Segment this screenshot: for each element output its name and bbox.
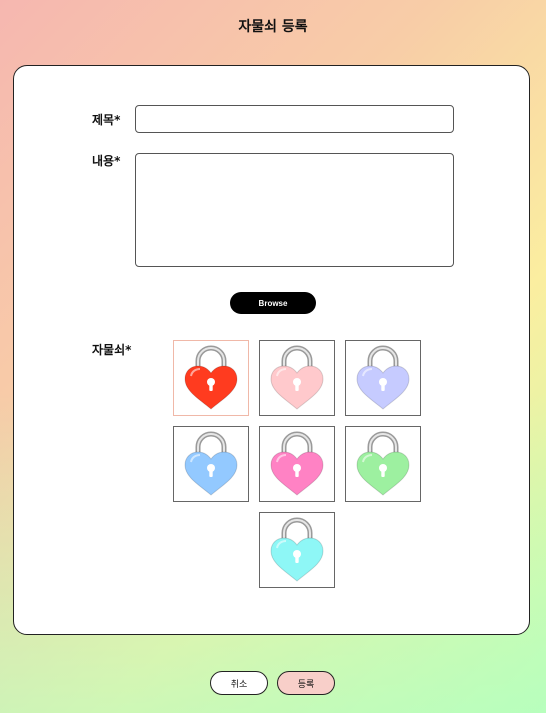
submit-button[interactable]: 등록 <box>277 671 335 695</box>
cyan-heart-lock-icon <box>270 517 324 582</box>
red-heart-lock-icon <box>184 345 238 410</box>
green-heart-lock-icon <box>356 431 410 496</box>
browse-button[interactable]: Browse <box>230 292 316 314</box>
content-label: 내용* <box>92 154 121 168</box>
lock-option[interactable] <box>173 340 249 416</box>
pink-heart-lock-icon <box>270 345 324 410</box>
lock-label: 자물쇠* <box>92 343 132 357</box>
lock-option[interactable] <box>259 426 335 502</box>
title-label: 제목* <box>92 113 121 127</box>
magenta-heart-lock-icon <box>270 431 324 496</box>
blue-heart-lock-icon <box>184 431 238 496</box>
lock-option[interactable] <box>345 340 421 416</box>
lock-option[interactable] <box>259 512 335 588</box>
lock-option[interactable] <box>173 426 249 502</box>
lock-form-card: 제목* 내용* Browse 자물쇠* <box>13 65 530 635</box>
lavender-heart-lock-icon <box>356 345 410 410</box>
title-input[interactable] <box>135 105 454 133</box>
content-textarea[interactable] <box>135 153 454 267</box>
cancel-button[interactable]: 취소 <box>210 671 268 695</box>
lock-selection-grid <box>173 340 423 590</box>
lock-option[interactable] <box>259 340 335 416</box>
page-title: 자물쇠 등록 <box>238 19 308 35</box>
lock-option[interactable] <box>345 426 421 502</box>
